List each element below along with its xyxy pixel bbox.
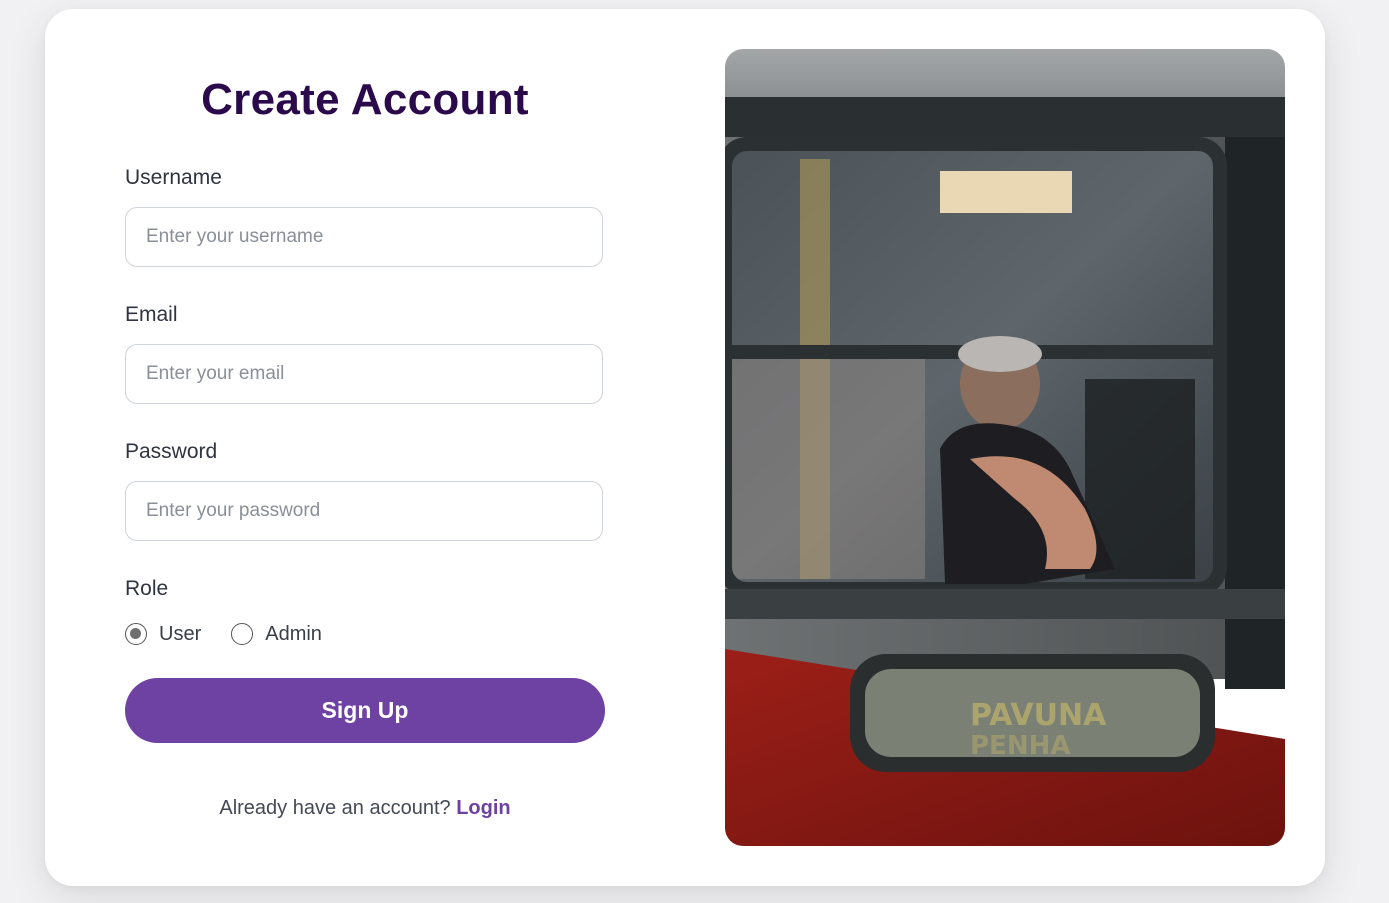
- role-option-user[interactable]: User: [125, 623, 201, 646]
- page-title: Create Account: [201, 75, 529, 124]
- email-label: Email: [125, 303, 178, 326]
- role-label: Role: [125, 577, 169, 600]
- login-prompt: Already have an account? Login: [125, 797, 605, 820]
- username-label: Username: [125, 166, 222, 189]
- sign-up-button[interactable]: Sign Up: [125, 678, 605, 743]
- username-input[interactable]: [125, 207, 603, 267]
- radio-admin-label: Admin: [265, 622, 322, 645]
- login-prompt-text: Already have an account?: [219, 797, 451, 819]
- radio-user-label: User: [159, 622, 202, 645]
- destination-sign-line1: PAVUNA: [970, 698, 1107, 733]
- role-radio-group: User Admin: [125, 620, 352, 648]
- bus-photo-illustration: PAVUNA PENHA: [725, 49, 1285, 846]
- password-label: Password: [125, 440, 218, 463]
- destination-sign-line2: PENHA: [970, 731, 1070, 761]
- radio-admin[interactable]: [231, 623, 254, 645]
- bus-window-photo: PAVUNA PENHA: [725, 49, 1285, 846]
- email-input[interactable]: [125, 344, 603, 404]
- login-link[interactable]: Login: [456, 797, 510, 819]
- role-option-admin[interactable]: Admin: [231, 623, 322, 646]
- signup-card: Create Account Username Email Password R…: [45, 9, 1325, 886]
- password-input[interactable]: [125, 481, 603, 541]
- radio-user[interactable]: [125, 623, 147, 645]
